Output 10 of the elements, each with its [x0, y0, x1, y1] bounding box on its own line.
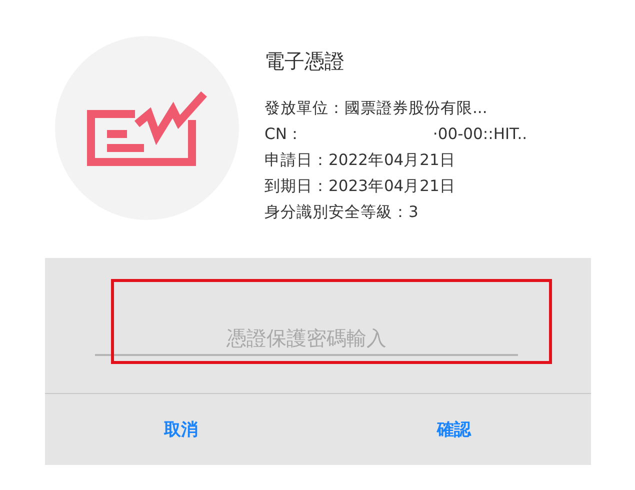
detail-line: 身分識別安全等級：3	[264, 202, 420, 223]
detail-label: CN：	[264, 124, 303, 145]
certificate-title: 電子憑證	[264, 48, 346, 75]
cancel-button[interactable]: 取消	[44, 394, 318, 465]
detail-line: 發放單位：國票證券股份有限...	[264, 98, 488, 119]
detail-line: 申請日：2022年04月21日	[264, 150, 456, 171]
confirm-button[interactable]: 確認	[318, 394, 590, 465]
detail-value: ·00-00::HIT..	[432, 124, 528, 145]
password-field[interactable]: 憑證保護密碼輸入	[95, 326, 518, 356]
detail-line: 到期日：2023年04月21日	[264, 176, 456, 197]
